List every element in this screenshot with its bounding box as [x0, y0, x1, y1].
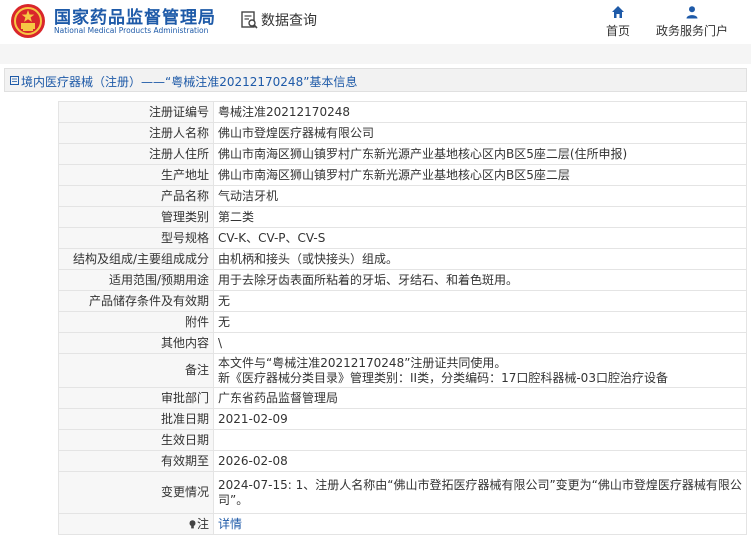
table-row: 有效期至 2026-02-08 [58, 450, 747, 472]
field-value-text: 2021-02-09 [218, 411, 288, 426]
field-label: 产品名称 [58, 185, 214, 207]
field-value: 佛山市南海区狮山镇罗村广东新光源产业基地核心区内B区5座二层(住所申报) [213, 143, 747, 165]
field-value-text: 佛山市南海区狮山镇罗村广东新光源产业基地核心区内B区5座二层(住所申报) [218, 146, 628, 161]
field-label: 型号规格 [58, 227, 214, 249]
field-value [213, 429, 747, 451]
field-value-text: 无 [218, 293, 231, 308]
field-value-text: 由机柄和接头（或快接头）组成。 [218, 251, 399, 266]
field-value: 佛山市南海区狮山镇罗村广东新光源产业基地核心区内B区5座二层 [213, 164, 747, 186]
data-query-icon [241, 11, 258, 29]
field-label: 注册证编号 [58, 101, 214, 123]
field-label: 生产地址 [58, 164, 214, 186]
breadcrumb: 境内医疗器械（注册）——“粤械注准20212170248”基本信息 [4, 68, 747, 92]
note-label-text: 注 [196, 516, 209, 531]
field-value: CV-K、CV-P、CV-S [213, 227, 747, 249]
field-value-text: 气动洁牙机 [218, 188, 279, 203]
field-label: 有效期至 [58, 450, 214, 472]
table-row: 注册人住所 佛山市南海区狮山镇罗村广东新光源产业基地核心区内B区5座二层(住所申报… [58, 143, 747, 165]
field-label: 变更情况 [58, 471, 214, 514]
table-row: 适用范围/预期用途 用于去除牙齿表面所粘着的牙垢、牙结石、和着色斑用。 [58, 269, 747, 291]
field-value: 第二类 [213, 206, 747, 228]
note-value: 详情 [213, 513, 747, 535]
lightbulb-icon [189, 519, 196, 528]
field-label: 适用范围/预期用途 [58, 269, 214, 291]
table-row: 批准日期 2021-02-09 [58, 408, 747, 430]
field-value: 2026-02-08 [213, 450, 747, 472]
field-label: 附件 [58, 311, 214, 333]
user-icon [686, 6, 698, 19]
field-label: 结构及组成/主要组成成分 [58, 248, 214, 270]
detail-table: 注册证编号 粤械注准20212170248 注册人名称 佛山市登煌医疗器械有限公司 注册… [58, 101, 747, 535]
document-icon [10, 76, 19, 85]
site-header: 国家药品监督管理局 National Medical Products Admi… [0, 0, 751, 44]
field-value: 2024-07-15: 1、注册人名称由“佛山市登拓医疗器械有限公司”变更为“佛… [213, 471, 747, 514]
field-value-text: \ [218, 335, 223, 350]
field-label: 生效日期 [58, 429, 214, 451]
field-label: 其他内容 [58, 332, 214, 354]
brand-name-cn[interactable]: 国家药品监督管理局 [54, 3, 216, 28]
table-row: 注册人名称 佛山市登煌医疗器械有限公司 [58, 122, 747, 144]
table-row: 其他内容 \ [58, 332, 747, 354]
table-row: 附件无 [58, 311, 747, 333]
field-value-text: 无 [218, 314, 231, 329]
field-value-text: 用于去除牙齿表面所粘着的牙垢、牙结石、和着色斑用。 [218, 272, 519, 287]
field-value-text: 粤械注准20212170248 [218, 104, 350, 119]
field-value: 佛山市登煌医疗器械有限公司 [213, 122, 747, 144]
table-row: 生产地址 佛山市南海区狮山镇罗村广东新光源产业基地核心区内B区5座二层 [58, 164, 747, 186]
field-value: 2021-02-09 [213, 408, 747, 430]
field-value: 无 [213, 290, 747, 312]
table-row: 产品名称 气动洁牙机 [58, 185, 747, 207]
field-value-text: CV-K、CV-P、CV-S [218, 230, 326, 245]
module-label: 数据查询 [261, 13, 317, 29]
field-value-text: 2024-07-15: 1、注册人名称由“佛山市登拓医疗器械有限公司”变更为“佛… [218, 477, 742, 507]
field-value: 用于去除牙齿表面所粘着的牙垢、牙结石、和着色斑用。 [213, 269, 747, 291]
field-value: 由机柄和接头（或快接头）组成。 [213, 248, 747, 270]
table-row: 备注 本文件与“粤械注准20212170248”注册证共同使用。 新《医疗器械分类… [58, 353, 747, 388]
field-label: 注册人名称 [58, 122, 214, 144]
table-row: 注详情 [58, 513, 747, 535]
field-value-text: 2026-02-08 [218, 453, 288, 468]
module-title: 数据查询 [241, 10, 317, 30]
nav-home-label: 首页 [605, 24, 630, 38]
field-label: 批准日期 [58, 408, 214, 430]
table-row: 审批部门 广东省药品监督管理局 [58, 387, 747, 409]
table-row: 结构及组成/主要组成成分 由机柄和接头（或快接头）组成。 [58, 248, 747, 270]
table-row: 管理类别 第二类 [58, 206, 747, 228]
national-emblem-icon [11, 4, 45, 38]
table-row: 生效日期 [58, 429, 747, 451]
nav-home[interactable]: 首页 [600, 5, 636, 39]
field-label: 管理类别 [58, 206, 214, 228]
brand-name-en: National Medical Products Administration [54, 26, 209, 35]
field-label: 注册人住所 [58, 143, 214, 165]
field-label: 审批部门 [58, 387, 214, 409]
field-value-text: 佛山市南海区狮山镇罗村广东新光源产业基地核心区内B区5座二层 [218, 167, 570, 182]
field-value: 气动洁牙机 [213, 185, 747, 207]
nav-gov-service[interactable]: 政务服务门户 [652, 5, 732, 39]
home-icon [612, 6, 624, 18]
table-row: 注册证编号 粤械注准20212170248 [58, 101, 747, 123]
nav-gov-service-label: 政务服务门户 [655, 24, 728, 38]
header-divider [0, 44, 751, 64]
field-value-text: 本文件与“粤械注准20212170248”注册证共同使用。 新《医疗器械分类目录… [218, 355, 668, 385]
field-value-text: 第二类 [218, 209, 255, 224]
table-row: 变更情况 2024-07-15: 1、注册人名称由“佛山市登拓医疗器械有限公司”变… [58, 471, 747, 514]
note-label: 注 [58, 513, 214, 535]
breadcrumb-text: 境内医疗器械（注册）——“粤械注准20212170248”基本信息 [21, 75, 358, 89]
field-value: \ [213, 332, 747, 354]
table-row: 型号规格 CV-K、CV-P、CV-S [58, 227, 747, 249]
field-value: 粤械注准20212170248 [213, 101, 747, 123]
field-value: 本文件与“粤械注准20212170248”注册证共同使用。 新《医疗器械分类目录… [213, 353, 747, 388]
field-value-text: 佛山市登煌医疗器械有限公司 [218, 125, 375, 140]
field-value-text: 广东省药品监督管理局 [218, 390, 339, 405]
field-value: 广东省药品监督管理局 [213, 387, 747, 409]
field-value: 无 [213, 311, 747, 333]
field-label: 产品储存条件及有效期 [58, 290, 214, 312]
table-row: 产品储存条件及有效期无 [58, 290, 747, 312]
field-label: 备注 [58, 353, 214, 388]
detail-link[interactable]: 详情 [218, 517, 242, 531]
